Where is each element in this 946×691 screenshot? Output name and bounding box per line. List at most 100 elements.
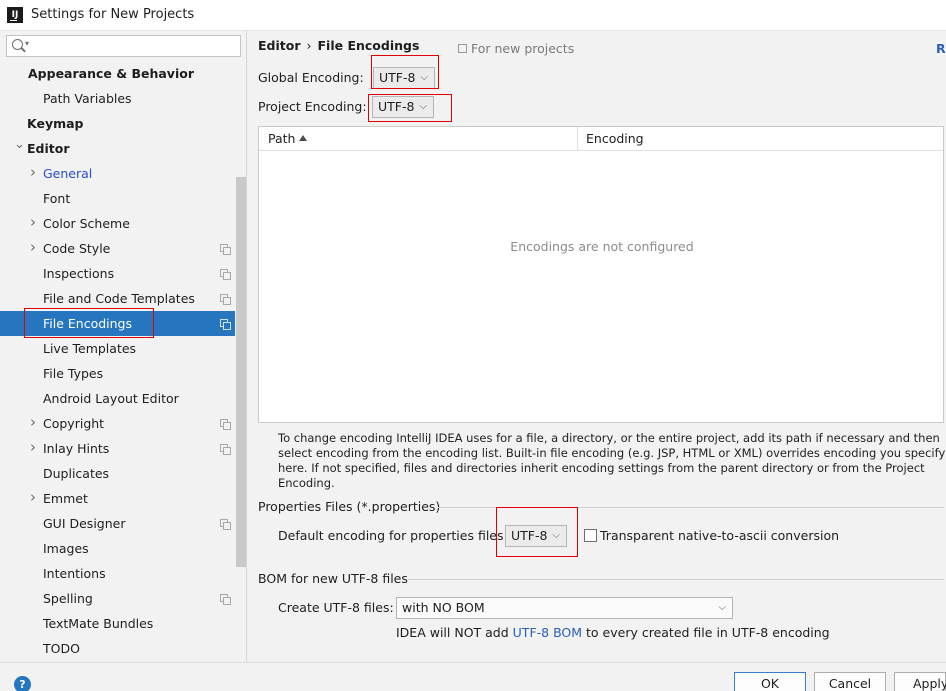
breadcrumb-current: File Encodings <box>317 38 420 53</box>
properties-section-title: Properties Files (*.properties) <box>258 499 441 514</box>
breadcrumb-parent[interactable]: Editor <box>258 38 301 53</box>
breadcrumb-separator: › <box>306 38 312 53</box>
sidebar-item-label: Android Layout Editor <box>43 391 179 406</box>
sidebar-item-live-templates[interactable]: Live Templates <box>0 336 235 361</box>
settings-tree: Appearance & Behavior Path Variables Keyma… <box>0 61 235 661</box>
chevron-right-icon[interactable]: › <box>30 485 36 510</box>
project-scope-icon <box>220 419 231 430</box>
transparent-conversion-checkbox[interactable] <box>584 529 597 542</box>
ok-button[interactable]: OK <box>734 672 806 691</box>
global-encoding-label: Global Encoding: <box>258 70 364 85</box>
sidebar-item-label: Copyright <box>43 416 105 431</box>
sidebar-item-intentions[interactable]: Intentions <box>0 561 235 586</box>
sidebar-item-label: Keymap <box>27 116 84 131</box>
sidebar-item-images[interactable]: Images <box>0 536 235 561</box>
settings-sidebar: ▾ Appearance & Behavior Path Variables Key… <box>0 31 247 662</box>
apply-button[interactable]: Apply <box>894 672 946 691</box>
sidebar-item-label: Inlay Hints <box>43 441 110 456</box>
bom-note: IDEA will NOT add UTF-8 BOM to every cre… <box>396 625 830 640</box>
sidebar-item-gui-designer[interactable]: GUI Designer <box>0 511 235 536</box>
encoding-help-text: To change encoding IntelliJ IDEA uses fo… <box>278 431 946 490</box>
for-new-projects-label: For new projects <box>471 41 575 56</box>
sidebar-item-code-style[interactable]: › Code Style <box>0 236 235 261</box>
title-bar: IJ Settings for New Projects <box>0 0 946 31</box>
chevron-right-icon[interactable]: › <box>30 410 36 435</box>
sidebar-item-label: Color Scheme <box>43 216 130 231</box>
cancel-button[interactable]: Cancel <box>814 672 886 691</box>
sidebar-item-label: Code Style <box>43 241 111 256</box>
sidebar-item-label: Font <box>43 191 71 206</box>
sidebar-item-emmet[interactable]: › Emmet <box>0 486 235 511</box>
sidebar-item-general[interactable]: › General <box>0 161 235 186</box>
project-scope-icon <box>220 244 231 255</box>
bom-note-text-end: to every created file in UTF-8 encoding <box>582 625 830 640</box>
sidebar-item-path-variables[interactable]: Path Variables <box>0 86 235 111</box>
project-scope-icon <box>220 519 231 530</box>
sidebar-item-font[interactable]: Font <box>0 186 235 211</box>
sidebar-item-label: Inspections <box>43 266 115 281</box>
column-header-encoding[interactable]: Encoding <box>586 127 644 151</box>
transparent-conversion-label[interactable]: Transparent native-to-ascii conversion <box>600 528 839 543</box>
sidebar-item-color-scheme[interactable]: › Color Scheme <box>0 211 235 236</box>
sidebar-item-inspections[interactable]: Inspections <box>0 261 235 286</box>
dialog-button-bar: ? OK Cancel Apply <box>0 662 946 691</box>
sidebar-item-android-layout-editor[interactable]: Android Layout Editor <box>0 386 235 411</box>
chevron-right-icon[interactable]: › <box>30 435 36 460</box>
settings-search-input[interactable]: ▾ <box>6 35 241 57</box>
sidebar-item-file-types[interactable]: File Types <box>0 361 235 386</box>
project-scope-icon <box>220 594 231 605</box>
sidebar-item-label: GUI Designer <box>43 516 126 531</box>
sidebar-item-label: Intentions <box>43 566 106 581</box>
sidebar-item-editor[interactable]: ⌄ Editor <box>0 136 235 161</box>
chevron-down-icon: ▾ <box>25 39 30 48</box>
project-encoding-label: Project Encoding: <box>258 99 367 114</box>
sidebar-item-duplicates[interactable]: Duplicates <box>0 461 235 486</box>
column-divider[interactable] <box>577 127 578 151</box>
sidebar-item-label: Editor <box>27 141 70 156</box>
bom-section-title: BOM for new UTF-8 files <box>258 571 408 586</box>
project-scope-icon <box>220 294 231 305</box>
highlight-box-file-encodings <box>24 308 154 338</box>
sort-ascending-icon <box>299 135 307 141</box>
table-header: Path Encoding <box>259 127 943 151</box>
project-scope-icon <box>220 319 231 330</box>
sidebar-item-keymap[interactable]: Keymap <box>0 111 235 136</box>
section-divider <box>408 579 944 580</box>
sidebar-item-spelling[interactable]: Spelling <box>0 586 235 611</box>
for-new-projects-note: For new projects <box>458 41 574 56</box>
sidebar-item-label: TextMate Bundles <box>43 616 154 631</box>
create-utf8-select[interactable]: with NO BOM ⌵ <box>396 597 733 619</box>
encodings-table[interactable]: Path Encoding Encodings are not configur… <box>258 126 944 423</box>
chevron-down-icon: ⌵ <box>718 602 726 613</box>
project-scope-icon <box>220 444 231 455</box>
properties-default-label: Default encoding for properties files: <box>278 528 508 543</box>
copy-settings-icon <box>458 44 467 53</box>
sidebar-item-appearance-behavior[interactable]: Appearance & Behavior <box>0 61 235 86</box>
sidebar-item-todo[interactable]: TODO <box>0 636 235 661</box>
chevron-right-icon[interactable]: › <box>30 160 36 185</box>
sidebar-item-copyright[interactable]: › Copyright <box>0 411 235 436</box>
sidebar-item-label: TODO <box>43 641 80 656</box>
utf8-bom-link[interactable]: UTF-8 BOM <box>513 625 582 640</box>
breadcrumb: Editor › File Encodings <box>258 38 419 53</box>
search-icon <box>12 39 23 50</box>
column-header-path[interactable]: Path <box>268 127 295 151</box>
highlight-box-global-encoding <box>371 55 439 89</box>
window-title: Settings for New Projects <box>31 7 195 22</box>
sidebar-item-label: Live Templates <box>43 341 137 356</box>
chevron-right-icon[interactable]: › <box>30 210 36 235</box>
create-utf8-value: with NO BOM <box>402 600 485 615</box>
help-icon[interactable]: ? <box>14 676 31 691</box>
sidebar-scrollbar[interactable] <box>236 177 246 567</box>
sidebar-item-label: Appearance & Behavior <box>28 66 194 81</box>
project-scope-icon <box>220 269 231 280</box>
sidebar-item-textmate-bundles[interactable]: TextMate Bundles <box>0 611 235 636</box>
highlight-box-project-encoding <box>368 94 452 122</box>
reset-link[interactable]: Re <box>936 41 946 56</box>
sidebar-item-label: Path Variables <box>43 91 132 106</box>
chevron-down-icon[interactable]: ⌄ <box>14 132 25 157</box>
sidebar-item-inlay-hints[interactable]: › Inlay Hints <box>0 436 235 461</box>
chevron-right-icon[interactable]: › <box>30 235 36 260</box>
file-encodings-panel: Editor › File Encodings For new projects R… <box>248 31 946 662</box>
sidebar-item-label: Spelling <box>43 591 93 606</box>
